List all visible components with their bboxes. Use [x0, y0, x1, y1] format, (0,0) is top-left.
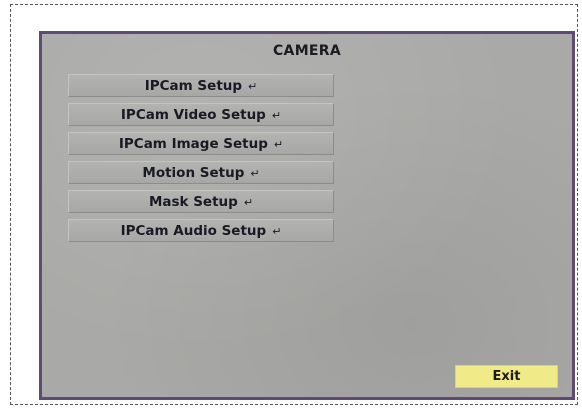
camera-menu-panel: CAMERA IPCam Setup ↵ IPCam Video Setup ↵… [39, 31, 575, 400]
menu-item-label: Motion Setup [142, 164, 245, 181]
screenshot-frame: CAMERA IPCam Setup ↵ IPCam Video Setup ↵… [10, 4, 578, 405]
enter-icon: ↵ [271, 109, 282, 122]
menu-item-motion-setup[interactable]: Motion Setup ↵ [68, 161, 334, 184]
menu-item-ipcam-audio-setup[interactable]: IPCam Audio Setup ↵ [68, 219, 334, 242]
menu-item-mask-setup[interactable]: Mask Setup ↵ [68, 190, 334, 213]
menu-item-label: IPCam Video Setup [120, 106, 266, 123]
enter-icon: ↵ [243, 196, 254, 209]
menu-item-label: Mask Setup [148, 193, 238, 210]
menu-item-ipcam-setup[interactable]: IPCam Setup ↵ [68, 74, 334, 97]
exit-button[interactable]: Exit [455, 365, 558, 388]
enter-icon: ↵ [250, 167, 260, 180]
page-title: CAMERA [272, 43, 342, 59]
enter-icon: ↵ [272, 225, 282, 238]
enter-icon: ↵ [273, 138, 284, 151]
menu-item-label: IPCam Audio Setup [120, 222, 267, 239]
camera-menu-list: IPCam Setup ↵ IPCam Video Setup ↵ IPCam … [68, 74, 334, 248]
menu-item-label: IPCam Setup [144, 77, 243, 94]
menu-item-ipcam-video-setup[interactable]: IPCam Video Setup ↵ [68, 103, 334, 126]
menu-item-label: IPCam Image Setup [118, 135, 268, 152]
enter-icon: ↵ [248, 80, 258, 93]
menu-item-ipcam-image-setup[interactable]: IPCam Image Setup ↵ [68, 132, 334, 155]
